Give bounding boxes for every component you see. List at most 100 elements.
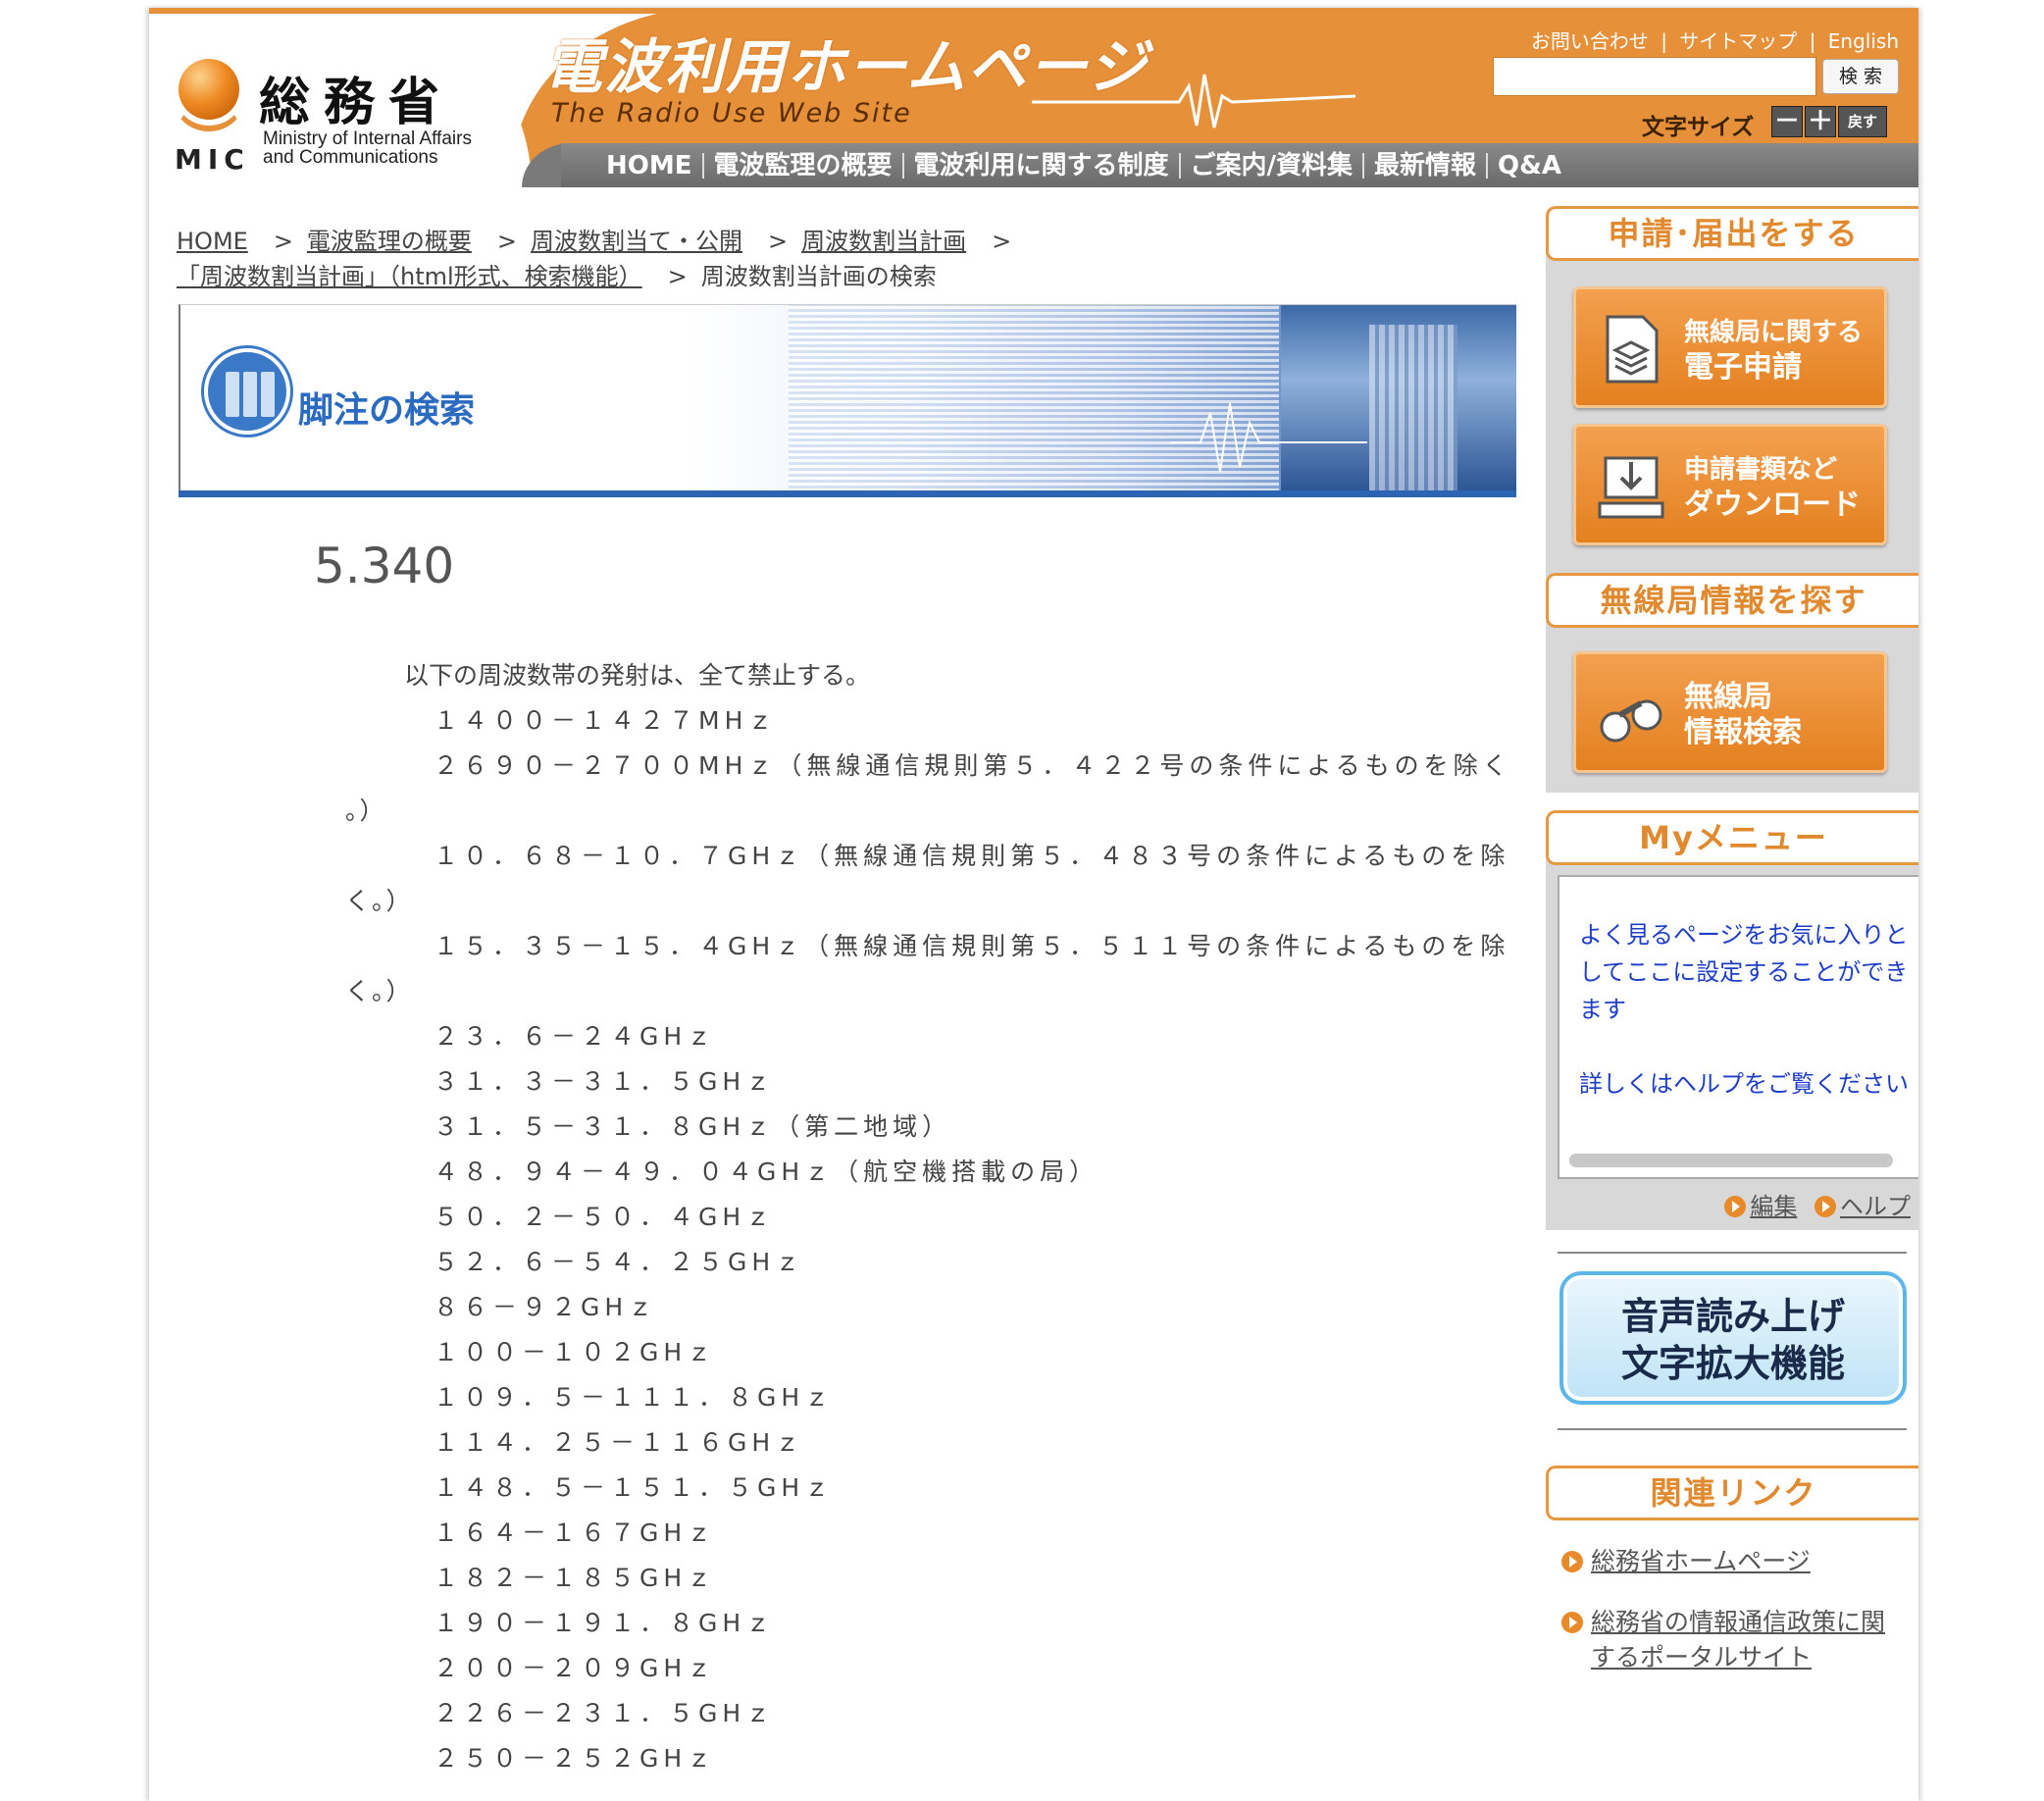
freq-line: ５０．２－５０．４GHｚ (434, 1203, 776, 1231)
breadcrumb-plan[interactable]: 周波数割当計画 (801, 228, 966, 255)
footnote-body: 以下の周波数帯の発射は、全て禁止する。 １４００－１４２７MHｚ ２６９０－２７… (345, 653, 1512, 1781)
binoculars-icon (1600, 699, 1662, 743)
e-application-label: 無線局に関する 電子申請 (1684, 315, 1863, 386)
breadcrumb-current: 周波数割当計画の検索 (700, 263, 937, 290)
station-search-heading: 無線局情報を探す (1546, 573, 1918, 628)
ministry-name-en-line1: Ministry of Internal Affairs (263, 129, 472, 149)
divider (1558, 1428, 1907, 1430)
e-application-button[interactable]: 無線局に関する 電子申請 (1573, 286, 1887, 408)
freq-line: ８６－９２GHｚ (434, 1293, 658, 1321)
arrow-bullet-icon (1561, 1551, 1583, 1572)
related-link-mic-anchor[interactable]: 総務省ホームページ (1591, 1547, 1811, 1575)
freq-line: １０９．５－１１１．８GHｚ (434, 1383, 835, 1412)
mymenu-help-link[interactable]: ヘルプ (1840, 1193, 1911, 1220)
sitemap-link[interactable]: サイトマップ (1679, 29, 1797, 53)
divider (1558, 1252, 1907, 1254)
related-link-portal-anchor-1[interactable]: 総務省の情報通信政策に関 (1591, 1608, 1885, 1636)
freq-line: １１４．２５－１１６GHｚ (434, 1428, 805, 1457)
main-nav: HOME 電波監理の概要 電波利用に関する制度 ご案内/資料集 最新情報 Q&A (596, 145, 1571, 186)
download-forms-label-2: ダウンロード (1684, 488, 1861, 522)
freq-line: １８２－１８５GHｚ (434, 1564, 717, 1592)
freq-line-wrap: く。） (345, 977, 413, 1005)
nav-item-news[interactable]: 最新情報 (1364, 153, 1489, 179)
mymenu-scrollbar[interactable] (1569, 1154, 1893, 1167)
freq-line: １０．６８－１０．７GHｚ（無線通信規則第５．４８３号の条件によるものを除 (434, 842, 1510, 870)
freq-line: ４８．９４－４９．０４GHｚ（航空機搭載の局） (434, 1158, 1099, 1186)
download-forms-label: 申請書類など ダウンロード (1684, 452, 1861, 523)
freq-line-wrap: 。） (345, 797, 386, 825)
freq-line: １４８．５－１５１．５GHｚ (434, 1473, 835, 1502)
mymenu-edit-link[interactable]: 編集 (1750, 1193, 1797, 1220)
breadcrumb-separator: > (496, 228, 518, 255)
nav-item-guide[interactable]: ご案内/資料集 (1181, 153, 1365, 179)
radio-wave-icon (1032, 74, 1355, 129)
search-button[interactable]: 検 索 (1822, 59, 1899, 94)
voice-readout-label-2: 文字拡大機能 (1620, 1342, 1845, 1385)
arrow-bullet-icon (1724, 1196, 1747, 1217)
contact-link[interactable]: お問い合わせ (1531, 29, 1649, 53)
computer-download-icon (1598, 456, 1664, 519)
document-stack-icon (1606, 315, 1659, 384)
station-search-label-2: 情報検索 (1684, 715, 1802, 749)
font-size-reset-button[interactable]: 戻す (1838, 106, 1887, 137)
book-shape (261, 372, 275, 417)
mymenu-description-1: よく見るページをお気に入りとしてここに設定することができます (1579, 921, 1909, 1023)
arrow-bullet-icon (1561, 1612, 1583, 1633)
freq-line: １００－１０２GHｚ (434, 1338, 717, 1366)
related-link-portal-anchor-2[interactable]: するポータルサイト (1591, 1643, 1812, 1672)
nav-item-overview[interactable]: 電波監理の概要 (704, 153, 904, 179)
mymenu-actions: 編集 ヘルプ (1714, 1187, 1911, 1221)
footnote-number: 5.340 (314, 538, 455, 594)
nav-item-qa[interactable]: Q&A (1488, 153, 1571, 179)
ministry-name[interactable]: 総務省 (259, 61, 453, 134)
station-search-button[interactable]: 無線局 情報検索 (1573, 651, 1887, 773)
freq-line: ２６９０－２７００MHｚ（無線通信規則第５．４２２号の条件によるものを除く (434, 751, 1512, 780)
freq-line: １５．３５－１５．４GHｚ（無線通信規則第５．５１１号の条件によるものを除 (434, 932, 1510, 960)
breadcrumb-home[interactable]: HOME (177, 228, 248, 255)
mymenu-description-2: 詳しくはヘルプをご覧ください (1579, 1070, 1909, 1098)
font-size-label: 文字サイズ (1642, 115, 1755, 140)
search-input[interactable] (1493, 57, 1816, 96)
breadcrumb-allocation[interactable]: 周波数割当て・公開 (531, 228, 742, 255)
freq-line: １９０－１９１．８GHｚ (434, 1609, 776, 1637)
breadcrumb-plan-html[interactable]: 「周波数割当計画」（html形式、検索機能） (177, 263, 642, 290)
page: MIC 総務省 Ministry of Internal Affairs and… (149, 8, 1918, 1801)
breadcrumb-separator: > (667, 263, 688, 290)
breadcrumb-separator: > (992, 228, 1012, 255)
site-subtitle: The Radio Use Web Site (551, 98, 912, 129)
font-size-decrease-button[interactable]: － (1771, 106, 1803, 137)
breadcrumb-overview[interactable]: 電波監理の概要 (307, 228, 472, 255)
related-links-heading: 関連リンク (1546, 1466, 1918, 1520)
freq-line: ２００－２０９GHｚ (434, 1654, 717, 1682)
toplink-separator: | (1661, 29, 1667, 53)
top-links: お問い合わせ | サイトマップ | English (1525, 26, 1899, 54)
nav-item-home[interactable]: HOME (596, 153, 704, 179)
freq-line: ３１．３－３１．５GHｚ (434, 1067, 776, 1096)
nav-item-system[interactable]: 電波利用に関する制度 (904, 153, 1181, 179)
related-link-portal: 総務省の情報通信政策に関 するポータルサイト (1561, 1605, 1885, 1675)
download-forms-button[interactable]: 申請書類など ダウンロード (1573, 424, 1887, 545)
ministry-name-en: Ministry of Internal Affairs and Communi… (263, 129, 472, 167)
english-link[interactable]: English (1828, 29, 1899, 53)
mic-logo-icon[interactable] (179, 59, 239, 120)
banner-wave-icon (1171, 402, 1367, 473)
e-application-label-2: 電子申請 (1684, 350, 1802, 385)
mymenu-description: よく見るページをお気に入りとしてここに設定することができます 詳しくはヘルプをご… (1579, 916, 1922, 1103)
book-shape (226, 372, 239, 417)
page-title: 脚注の検索 (298, 390, 476, 431)
freq-line: ３１．５－３１．８GHｚ（第二地域） (434, 1112, 952, 1141)
toplink-separator: | (1809, 29, 1816, 53)
mymenu-heading: Myメニュー (1546, 810, 1918, 865)
page-banner: 脚注の検索 (179, 304, 1516, 490)
voice-readout-button[interactable]: 音声読み上げ 文字拡大機能 (1559, 1271, 1907, 1405)
apply-heading: 申請･届出をする (1546, 206, 1918, 261)
font-size-increase-button[interactable]: ＋ (1805, 106, 1836, 137)
books-icon (204, 348, 290, 435)
station-search-label: 無線局 情報検索 (1684, 680, 1802, 750)
mic-logo-text: MIC (175, 143, 250, 176)
arrow-bullet-icon (1814, 1196, 1836, 1217)
freq-line: ５２．６－５４．２５GHｚ (434, 1248, 805, 1276)
banner-building-windows (1369, 325, 1457, 490)
ministry-name-en-line2: and Communications (263, 147, 438, 168)
book-shape (243, 372, 257, 417)
